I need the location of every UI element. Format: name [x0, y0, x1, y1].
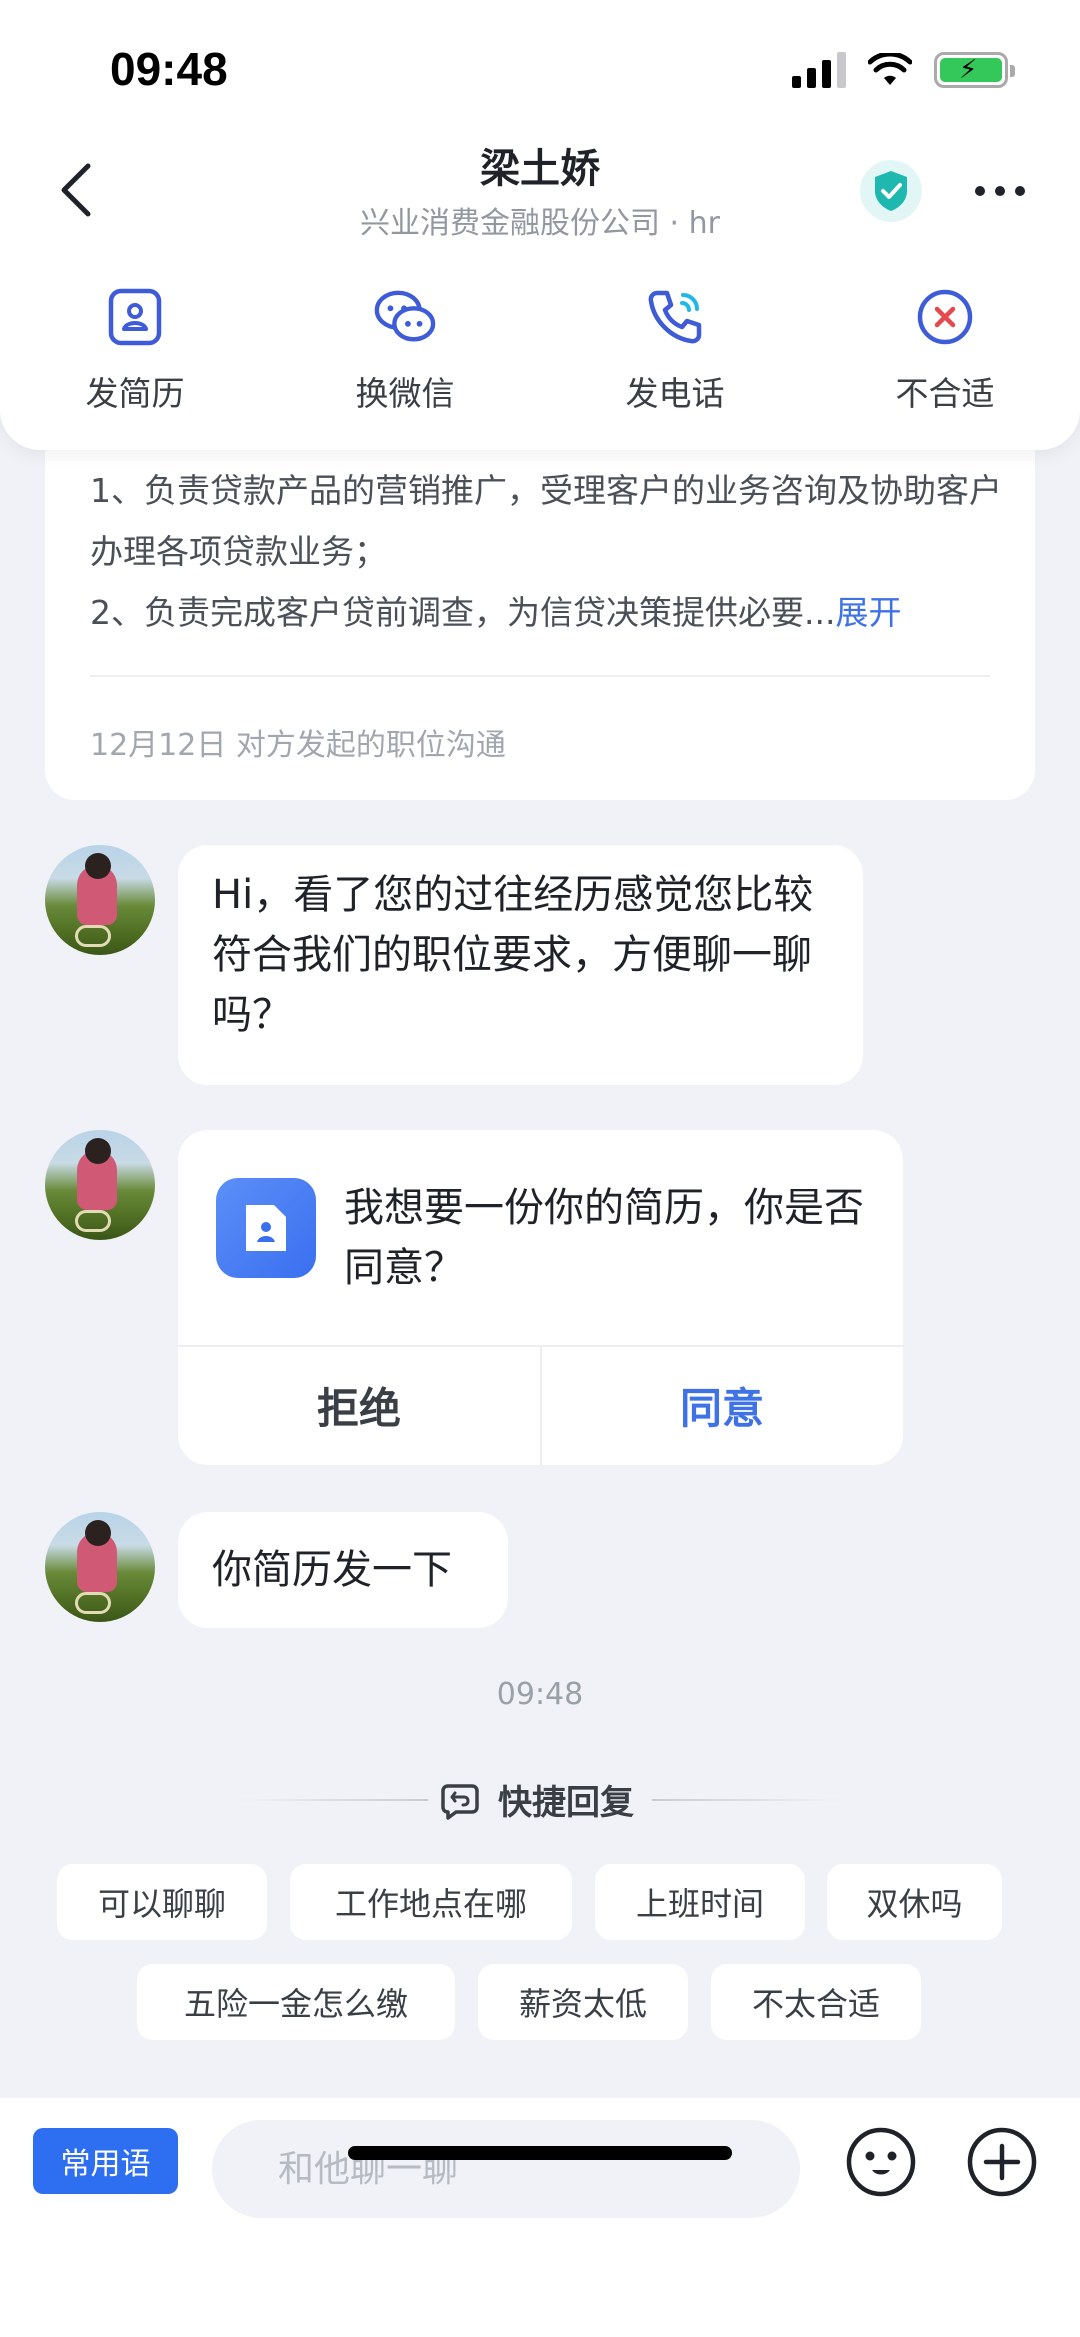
action-bar: 发简历 换微信 发电话 不合适 — [0, 285, 1080, 415]
plus-icon[interactable] — [966, 2126, 1038, 2198]
status-time: 09:48 — [110, 43, 228, 95]
quick-reply-chip[interactable]: 工作地点在哪 — [290, 1864, 572, 1940]
quick-reply-title: 快捷回复 — [498, 1783, 634, 1823]
common-phrases-button[interactable]: 常用语 — [33, 2128, 178, 2194]
quick-reply-chip[interactable]: 五险一金怎么缴 — [137, 1964, 455, 2040]
not-suitable-button[interactable]: 不合适 — [810, 285, 1080, 415]
message-bubble: Hi，看了您的过往经历感觉您比较符合我们的职位要求，方便聊一聊吗？ — [178, 845, 863, 1085]
divider — [238, 1798, 428, 1801]
emoji-icon[interactable] — [845, 2126, 917, 2198]
action-label: 发电话 — [625, 374, 725, 413]
message-bubble: 你简历发一下 — [178, 1512, 508, 1628]
accept-button[interactable]: 同意 — [541, 1345, 903, 1465]
phone-icon — [643, 285, 707, 349]
verified-shield-icon[interactable] — [860, 160, 922, 222]
action-label: 发简历 — [85, 374, 185, 413]
quick-reply-chip[interactable]: 双休吗 — [827, 1864, 1002, 1940]
exchange-wechat-button[interactable]: 换微信 — [270, 285, 540, 415]
message-input[interactable] — [212, 2120, 800, 2218]
quick-reply-chip[interactable]: 薪资太低 — [478, 1964, 688, 2040]
action-label: 不合适 — [895, 374, 995, 413]
conversation-origin-note: 12月12日 对方发起的职位沟通 — [90, 728, 506, 763]
send-phone-button[interactable]: 发电话 — [540, 285, 810, 415]
job-description-card: 1、负责贷款产品的营销推广，受理客户的业务咨询及协助客户办理各项贷款业务； 2、… — [45, 400, 1035, 800]
close-circle-icon — [913, 285, 977, 349]
wechat-icon — [373, 285, 437, 349]
resume-request-card: 我想要一份你的简历，你是否同意？ 拒绝 同意 — [178, 1130, 903, 1465]
avatar[interactable] — [45, 1512, 155, 1622]
job-desc-line: 2、负责完成客户贷前调查，为信贷决策提供必要...展开 — [90, 582, 1010, 643]
quick-reply-chip[interactable]: 上班时间 — [595, 1864, 805, 1940]
resume-request-text: 我想要一份你的简历，你是否同意？ — [344, 1185, 864, 1291]
status-icons: ⚡ — [792, 48, 1015, 92]
job-desc-line-text: 2、负责完成客户贷前调查，为信贷决策提供必要... — [90, 593, 836, 632]
signal-icon — [792, 52, 846, 88]
reject-button[interactable]: 拒绝 — [178, 1345, 540, 1465]
home-indicator[interactable] — [348, 2146, 732, 2160]
divider — [652, 1798, 842, 1801]
job-description: 1、负责贷款产品的营销推广，受理客户的业务咨询及协助客户办理各项贷款业务； 2、… — [90, 460, 1010, 643]
resume-doc-icon — [216, 1178, 316, 1278]
input-bar: 常用语 — [0, 2098, 1080, 2337]
battery-icon: ⚡ — [934, 52, 1015, 88]
send-resume-button[interactable]: 发简历 — [0, 285, 270, 415]
expand-link[interactable]: 展开 — [835, 593, 901, 632]
chat-header: 09:48 ⚡ 梁土娇 兴业消费金融股份公司 · hr 发简历 换微信 发电话 … — [0, 0, 1080, 450]
quick-reply-header: 快捷回复 — [0, 1775, 1080, 1824]
avatar[interactable] — [45, 845, 155, 955]
quick-reply-icon — [441, 1783, 479, 1820]
action-label: 换微信 — [355, 374, 455, 413]
avatar[interactable] — [45, 1130, 155, 1240]
job-desc-line: 1、负责贷款产品的营销推广，受理客户的业务咨询及协助客户办理各项贷款业务； — [90, 471, 1002, 571]
wifi-icon — [868, 53, 912, 85]
quick-reply-chip[interactable]: 可以聊聊 — [57, 1864, 267, 1940]
message-timestamp: 09:48 — [496, 1677, 584, 1712]
quick-reply-chip[interactable]: 不太合适 — [711, 1964, 921, 2040]
more-options-icon[interactable] — [975, 186, 1025, 196]
resume-icon — [103, 285, 167, 349]
divider — [90, 675, 990, 677]
